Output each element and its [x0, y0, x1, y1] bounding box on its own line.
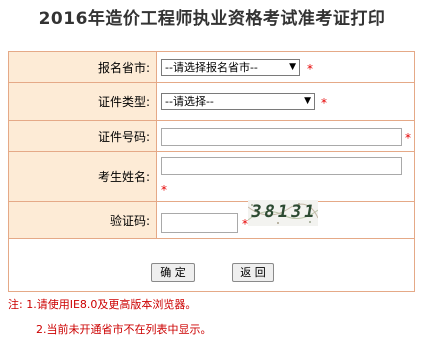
confirm-button[interactable]: 确 定: [151, 263, 195, 282]
captcha-image[interactable]: 38131: [248, 200, 318, 226]
cert-type-cell: --请选择-- ▼ *: [158, 83, 414, 120]
required-mark: *: [321, 96, 327, 110]
dropdown-arrow-icon: ▼: [289, 62, 296, 72]
cert-type-row: 证件类型: --请选择-- ▼ *: [9, 83, 414, 121]
province-selected-value: --请选择报名省市--: [165, 61, 258, 74]
name-row: 考生姓名: *: [9, 152, 414, 202]
required-mark: *: [307, 62, 313, 76]
captcha-input[interactable]: [161, 213, 238, 233]
ticket-print-form: 报名省市: --请选择报名省市-- ▼ * 证件类型: --请选择-- ▼ * …: [8, 51, 415, 292]
page-title: 2016年造价工程师执业资格考试准考证打印: [38, 9, 386, 29]
actions-row: 确 定 返 回: [9, 239, 414, 293]
captcha-label: 验证码:: [9, 202, 157, 238]
cert-type-select[interactable]: --请选择-- ▼: [161, 93, 315, 110]
dropdown-arrow-icon: ▼: [304, 96, 311, 106]
province-row: 报名省市: --请选择报名省市-- ▼ *: [9, 52, 414, 83]
name-input[interactable]: [161, 157, 402, 175]
cert-type-label: 证件类型:: [9, 83, 157, 120]
cert-no-label: 证件号码:: [9, 121, 157, 151]
note-2: 2.当前未开通省市不在列表中显示。: [36, 323, 212, 336]
captcha-text: 38131: [249, 202, 318, 222]
required-mark: *: [405, 131, 411, 145]
required-mark: *: [161, 183, 167, 197]
cert-no-cell: *: [158, 121, 414, 151]
cert-no-row: 证件号码: *: [9, 121, 414, 152]
captcha-row: 验证码: *: [9, 202, 414, 239]
province-cell: --请选择报名省市-- ▼ *: [158, 52, 414, 82]
name-label: 考生姓名:: [9, 152, 157, 201]
back-button[interactable]: 返 回: [232, 263, 274, 282]
province-select[interactable]: --请选择报名省市-- ▼: [161, 59, 300, 76]
note-1: 注: 1.请使用IE8.0及更高版本浏览器。: [8, 298, 197, 311]
name-cell: *: [158, 152, 414, 201]
province-label: 报名省市:: [9, 52, 157, 82]
cert-type-selected-value: --请选择--: [165, 95, 214, 108]
cert-no-input[interactable]: [161, 128, 402, 146]
